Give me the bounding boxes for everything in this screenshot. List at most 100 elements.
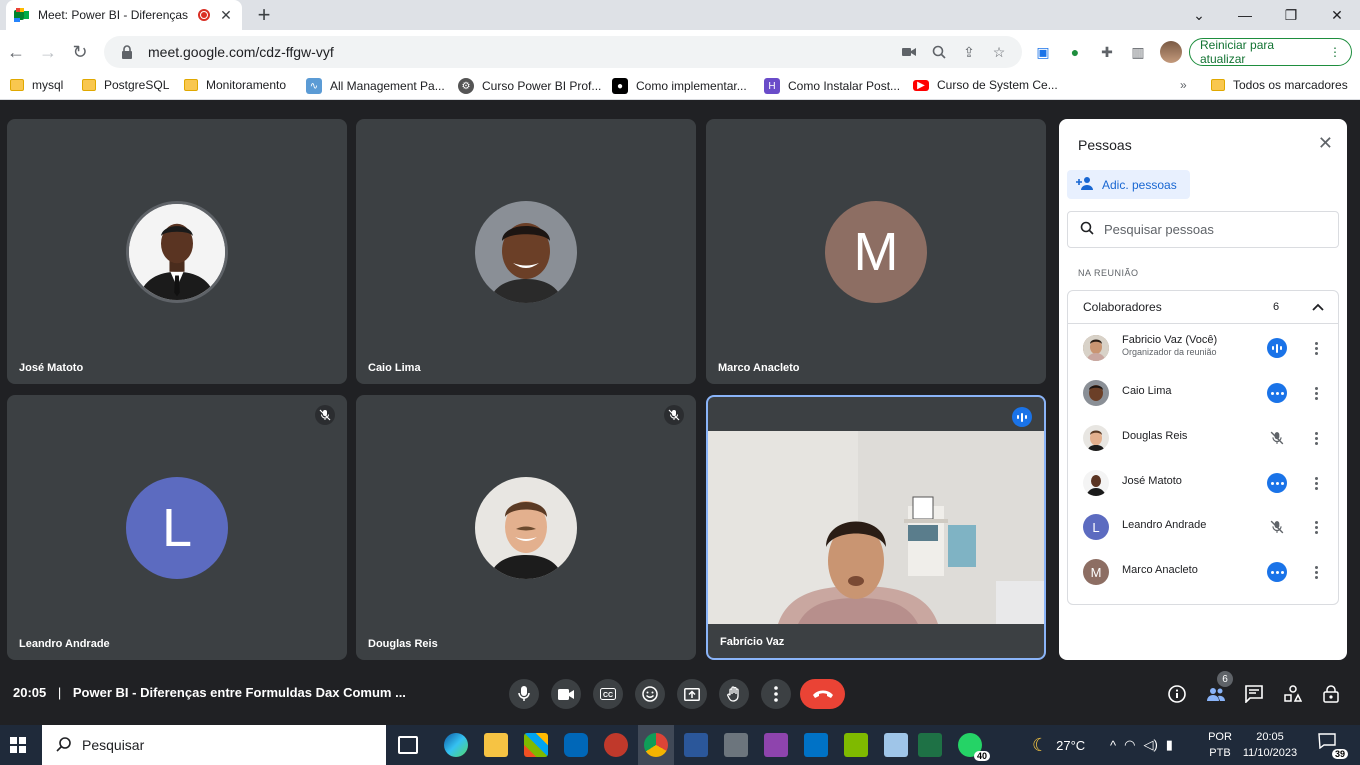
- windows-start-icon[interactable]: [10, 737, 26, 753]
- bookmark-curso-power-bi[interactable]: ⚙ Curso Power BI Prof...: [458, 78, 601, 94]
- person-row[interactable]: M Marco Anacleto: [1068, 550, 1338, 594]
- speaking-indicator-icon: [1012, 407, 1032, 427]
- notifications-icon[interactable]: 39: [1318, 733, 1348, 759]
- mic-tray-icon[interactable]: ▮: [1166, 737, 1173, 753]
- more-options-button[interactable]: [761, 679, 791, 709]
- chart-app-icon[interactable]: [844, 733, 868, 757]
- avatar: L: [1083, 514, 1109, 540]
- input-language[interactable]: POR PTB: [1205, 729, 1235, 761]
- collaborators-header[interactable]: Colaboradores 6: [1068, 291, 1338, 324]
- whatsapp-icon[interactable]: 40: [958, 733, 990, 761]
- share-icon[interactable]: ⇪: [960, 43, 978, 61]
- host-controls-button[interactable]: [1319, 682, 1343, 706]
- chevron-up-icon[interactable]: [1312, 300, 1324, 314]
- camera-button[interactable]: [551, 679, 581, 709]
- side-panel-icon[interactable]: ▥: [1128, 42, 1148, 62]
- activities-button[interactable]: [1281, 682, 1305, 706]
- profile-avatar[interactable]: [1160, 41, 1182, 63]
- close-icon[interactable]: ✕: [1318, 133, 1333, 154]
- address-bar[interactable]: meet.google.com/cdz-ffgw-vyf ⇪ ☆: [104, 36, 1022, 68]
- taskbar-clock[interactable]: 20:05 11/10/2023: [1240, 729, 1300, 761]
- chrome-browser-icon[interactable]: [644, 733, 668, 757]
- person-row[interactable]: Douglas Reis: [1068, 416, 1338, 460]
- back-button[interactable]: ←: [4, 40, 28, 64]
- site-info-icon[interactable]: [118, 43, 136, 61]
- bookmark-all-management[interactable]: ∿ All Management Pa...: [306, 78, 445, 94]
- search-people-input[interactable]: Pesquisar pessoas: [1067, 211, 1339, 248]
- tab-search-icon[interactable]: ⌄: [1176, 0, 1222, 30]
- search-icon: [1080, 221, 1094, 238]
- participant-tile[interactable]: M Marco Anacleto: [706, 119, 1046, 384]
- reload-button[interactable]: ↻: [68, 40, 92, 64]
- extensions-puzzle-icon[interactable]: ✚: [1097, 42, 1117, 62]
- person-row[interactable]: L Leandro Andrade: [1068, 505, 1338, 549]
- microsoft-store-icon[interactable]: [524, 733, 548, 757]
- bookmark-postgresql[interactable]: PostgreSQL: [82, 78, 169, 92]
- present-button[interactable]: [677, 679, 707, 709]
- calculator-icon[interactable]: [724, 733, 748, 757]
- bookmark-mysql[interactable]: mysql: [10, 78, 63, 92]
- bookmark-como-instalar[interactable]: H Como Instalar Post...: [764, 78, 900, 94]
- new-tab-button[interactable]: +: [252, 3, 276, 27]
- close-window-button[interactable]: ✕: [1314, 0, 1360, 30]
- participant-tile[interactable]: L Leandro Andrade: [7, 395, 347, 660]
- security-shield-icon[interactable]: [564, 733, 588, 757]
- word-document-icon[interactable]: [684, 733, 708, 757]
- zoom-icon[interactable]: [930, 43, 948, 61]
- leave-call-button[interactable]: [800, 679, 845, 709]
- restore-button[interactable]: ❐: [1268, 0, 1314, 30]
- more-options-icon[interactable]: [1309, 428, 1323, 448]
- participant-tile[interactable]: José Matoto: [7, 119, 347, 384]
- person-row[interactable]: José Matoto: [1068, 461, 1338, 505]
- raise-hand-button[interactable]: [719, 679, 749, 709]
- task-view-icon[interactable]: [398, 736, 418, 754]
- more-options-icon[interactable]: [1309, 562, 1323, 582]
- restart-update-button[interactable]: Reiniciar para atualizar ⋮: [1189, 38, 1352, 66]
- edge-browser-icon[interactable]: [444, 733, 468, 757]
- url-text: meet.google.com/cdz-ffgw-vyf: [148, 44, 334, 60]
- meeting-details-button[interactable]: [1165, 682, 1189, 706]
- notepad-icon[interactable]: [884, 733, 908, 757]
- chevron-up-icon[interactable]: ^: [1110, 738, 1116, 753]
- participant-tile[interactable]: Douglas Reis: [356, 395, 696, 660]
- snipping-tool-icon[interactable]: [604, 733, 628, 757]
- more-options-icon[interactable]: [1309, 338, 1323, 358]
- bookmark-star-icon[interactable]: ☆: [990, 43, 1008, 61]
- extension-translate-icon[interactable]: ▣: [1033, 42, 1053, 62]
- browser-tab-meet[interactable]: Meet: Power BI - Diferenças ✕: [6, 0, 242, 30]
- bookmark-curso-system[interactable]: ▶ Curso de System Ce...: [913, 78, 1058, 92]
- people-button[interactable]: [1204, 682, 1228, 706]
- minimize-button[interactable]: —: [1222, 0, 1268, 30]
- camera-icon[interactable]: [900, 43, 918, 61]
- tab-close-icon[interactable]: ✕: [218, 7, 234, 24]
- emoji-button[interactable]: [635, 679, 665, 709]
- excel-icon[interactable]: [918, 733, 942, 757]
- taskbar-search-input[interactable]: Pesquisar: [42, 725, 386, 765]
- network-icon[interactable]: ◠: [1124, 737, 1135, 753]
- captions-button[interactable]: CC: [593, 679, 623, 709]
- more-options-icon[interactable]: [1309, 517, 1323, 537]
- person-row[interactable]: Caio Lima: [1068, 371, 1338, 415]
- more-options-icon[interactable]: [1309, 383, 1323, 403]
- more-options-icon[interactable]: [1309, 473, 1323, 493]
- panel-title: Pessoas: [1078, 137, 1132, 153]
- weather-widget[interactable]: ☾ 27°C: [1032, 725, 1085, 765]
- outlook-icon[interactable]: [804, 733, 828, 757]
- forward-button[interactable]: →: [36, 40, 60, 64]
- volume-icon[interactable]: ◁): [1143, 737, 1157, 753]
- extension-chat-icon[interactable]: ●: [1065, 42, 1085, 62]
- winrar-icon[interactable]: [764, 733, 788, 757]
- add-people-button[interactable]: Adic. pessoas: [1067, 170, 1190, 199]
- participant-tile[interactable]: Caio Lima: [356, 119, 696, 384]
- microphone-button[interactable]: [509, 679, 539, 709]
- chat-button[interactable]: [1242, 682, 1266, 706]
- bookmark-all-folder[interactable]: Todos os marcadores: [1211, 78, 1348, 92]
- file-explorer-icon[interactable]: [484, 733, 508, 757]
- bookmark-como-implementar[interactable]: ● Como implementar...: [612, 78, 747, 94]
- bookmarks-overflow-icon[interactable]: »: [1180, 78, 1187, 92]
- person-row[interactable]: Fabricio Vaz (Você) Organizador da reuni…: [1068, 326, 1338, 370]
- folder-icon: [82, 79, 96, 91]
- windows-taskbar: Pesquisar 40 ☾ 27°C ^ ◠ ◁) ▮ POR PTB 20:…: [0, 725, 1360, 765]
- bookmark-monitoramento[interactable]: Monitoramento: [184, 78, 286, 92]
- participant-tile-active[interactable]: Fabrício Vaz: [706, 395, 1046, 660]
